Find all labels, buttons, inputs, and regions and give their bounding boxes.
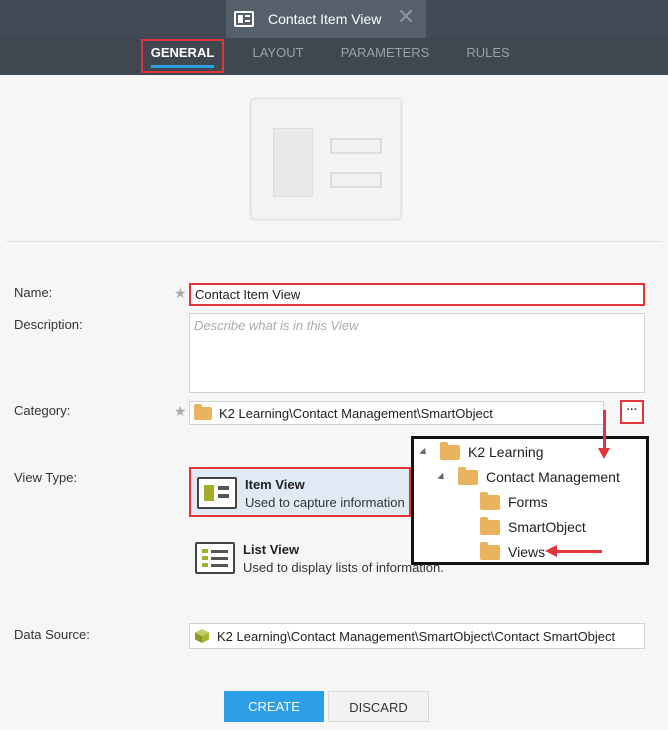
list-view-icon-line (211, 550, 228, 553)
smartobject-cube-icon (195, 629, 209, 643)
close-icon[interactable]: ✕ (396, 6, 416, 30)
folder-icon (480, 491, 500, 510)
expand-triangle-icon[interactable] (437, 472, 447, 482)
item-view-description: Used to capture information (245, 495, 405, 510)
category-field[interactable]: K2 Learning\Contact Management\SmartObje… (189, 401, 604, 425)
tree-node-forms[interactable]: Forms (480, 491, 548, 510)
list-view-icon-bullet (202, 549, 208, 553)
view-type-label: View Type: (14, 470, 78, 485)
preview-bar (330, 138, 382, 154)
name-input[interactable]: Contact Item View (189, 283, 645, 306)
document-title: Contact Item View (268, 11, 382, 27)
expand-triangle-icon[interactable] (419, 447, 429, 457)
list-view-icon-bullet (202, 563, 208, 567)
description-textarea[interactable]: Describe what is in this View (189, 313, 645, 393)
view-preview-icon (249, 97, 403, 221)
annotation-arrow-left (556, 550, 602, 553)
tab-rules[interactable]: RULES (455, 42, 521, 70)
tree-node-smartobject[interactable]: SmartObject (480, 516, 586, 535)
name-label: Name: (14, 285, 53, 300)
tree-node-label: K2 Learning (468, 444, 544, 460)
create-button[interactable]: CREATE (224, 691, 324, 722)
title-bar: Contact Item View ✕ (0, 0, 668, 38)
list-view-icon-line (211, 557, 228, 560)
annotation-arrow-head (545, 545, 557, 557)
browse-category-button[interactable]: ··· (620, 400, 644, 424)
list-view-icon-bullet (202, 556, 208, 560)
folder-icon (480, 516, 500, 535)
list-view-icon-line (211, 564, 228, 567)
view-icon (234, 11, 254, 27)
data-source-label: Data Source: (14, 627, 90, 642)
item-view-icon (197, 477, 237, 509)
folder-icon (194, 403, 212, 420)
tree-node-label: Contact Management (486, 469, 620, 485)
data-source-value: K2 Learning\Contact Management\SmartObje… (217, 628, 616, 644)
tree-node-views[interactable]: Views (480, 541, 546, 560)
annotation-arrow-down (603, 410, 606, 450)
item-view-icon-block (204, 485, 214, 501)
category-value: K2 Learning\Contact Management\SmartObje… (219, 405, 493, 421)
category-label: Category: (14, 403, 71, 418)
preview-block (273, 128, 313, 197)
general-tab-highlight (141, 39, 224, 73)
tree-node-label: Forms (508, 494, 548, 510)
list-view-title: List View (243, 542, 300, 557)
item-view-title: Item View (245, 477, 305, 492)
folder-icon (440, 441, 460, 460)
item-view-option[interactable]: Item View Used to capture information (189, 467, 411, 517)
tab-layout[interactable]: LAYOUT (238, 42, 318, 70)
document-tab[interactable]: Contact Item View ✕ (226, 0, 426, 38)
item-view-icon-bar (218, 494, 229, 498)
category-tree-popup: K2 Learning Contact Management Forms Sma… (411, 436, 649, 565)
data-source-field[interactable]: K2 Learning\Contact Management\SmartObje… (189, 623, 645, 649)
tab-parameters[interactable]: PARAMETERS (330, 42, 440, 70)
required-star-icon: ★ (174, 403, 187, 419)
tree-node-contact-management[interactable]: Contact Management (437, 466, 620, 485)
description-label: Description: (14, 317, 83, 332)
preview-bar (330, 172, 382, 188)
item-view-icon-bar (218, 486, 229, 490)
tab-bar: GENERAL LAYOUT PARAMETERS RULES (0, 38, 668, 75)
annotation-arrow-head (598, 448, 610, 459)
tree-node-root[interactable]: K2 Learning (419, 441, 544, 460)
tree-node-label: SmartObject (508, 519, 586, 535)
required-star-icon: ★ (174, 285, 187, 301)
list-view-icon (195, 542, 235, 574)
tree-node-label: Views (508, 544, 546, 560)
section-divider (6, 241, 662, 242)
folder-icon (458, 466, 478, 485)
folder-icon (480, 541, 500, 560)
discard-button[interactable]: DISCARD (328, 691, 429, 722)
